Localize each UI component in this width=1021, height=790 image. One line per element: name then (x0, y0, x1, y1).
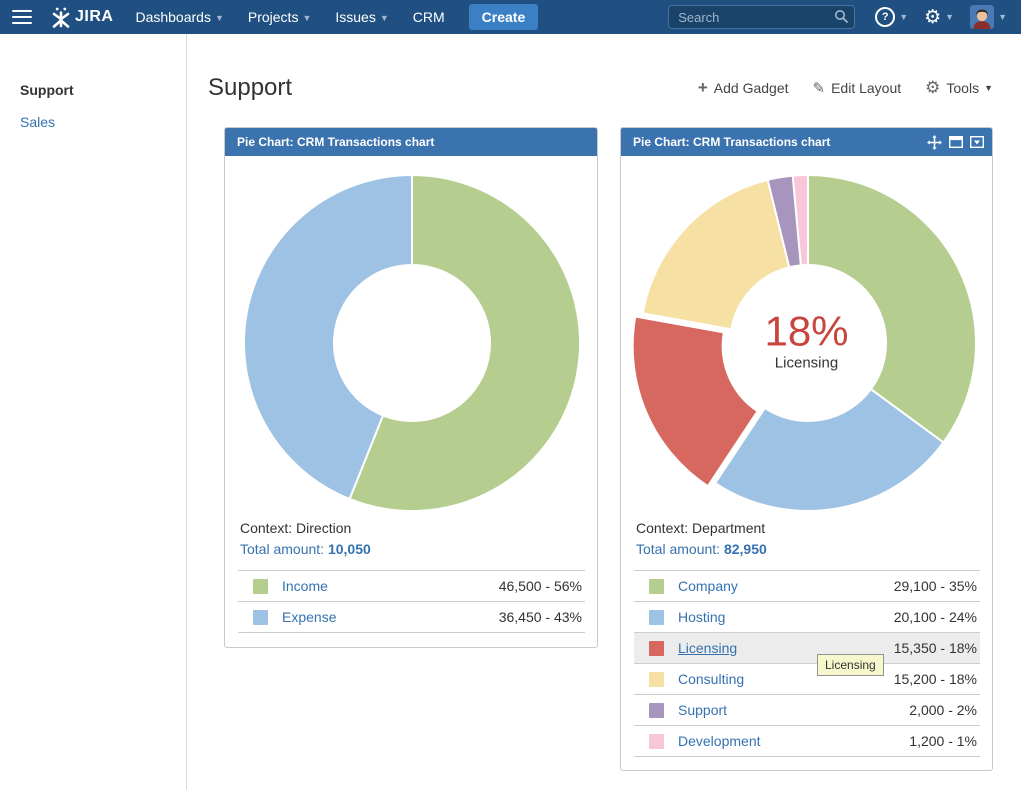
legend-row-consulting[interactable]: Consulting 15,200 - 18% (634, 664, 980, 695)
nav-dashboards[interactable]: Dashboards▼ (135, 9, 223, 25)
gadget-header[interactable]: Pie Chart: CRM Transactions chart (621, 128, 992, 156)
pie-slice-company[interactable] (808, 175, 976, 442)
legend-row-support[interactable]: Support 2,000 - 2% (634, 695, 980, 726)
legend-swatch (649, 672, 664, 687)
donut-chart-department: 18% Licensing (621, 156, 992, 516)
legend-value: 20,100 - 24% (894, 609, 977, 625)
legend-label[interactable]: Consulting (678, 671, 744, 687)
chevron-down-icon: ▼ (215, 13, 224, 23)
top-navbar: JIRA Dashboards▼ Projects▼ Issues▼ CRM C… (0, 0, 1021, 34)
chart-legend: Income 46,500 - 56% Expense 36,450 - 43% (238, 570, 585, 633)
legend-row-hosting[interactable]: Hosting 20,100 - 24% (634, 602, 980, 633)
chart-context: Context: Department (636, 520, 979, 536)
legend-label[interactable]: Licensing (678, 640, 737, 656)
chevron-down-icon: ▼ (380, 13, 389, 23)
legend-value: 15,200 - 18% (894, 671, 977, 687)
legend-row-company[interactable]: Company 29,100 - 35% (634, 571, 980, 602)
sidebar-item-sales[interactable]: Sales (20, 114, 186, 130)
create-button[interactable]: Create (469, 4, 539, 30)
chart-total: Total amount: 10,050 (240, 541, 584, 557)
legend-value: 46,500 - 56% (499, 578, 582, 594)
gear-icon: ⚙ (924, 8, 941, 27)
help-menu[interactable]: ? ▼ (875, 7, 908, 27)
left-sidebar: Support Sales (0, 34, 187, 790)
legend-label[interactable]: Hosting (678, 609, 725, 625)
legend-label[interactable]: Support (678, 702, 727, 718)
donut-chart-direction (225, 156, 597, 516)
search-input[interactable] (668, 5, 855, 29)
help-icon: ? (875, 7, 895, 27)
tooltip: Licensing (817, 654, 884, 676)
chart-legend: Company 29,100 - 35% Hosting 20,100 - 24% Li… (634, 570, 980, 757)
chart-total: Total amount: 82,950 (636, 541, 979, 557)
search-container (668, 5, 855, 29)
move-gadget-icon[interactable] (927, 135, 942, 150)
settings-menu[interactable]: ⚙ ▼ (924, 8, 954, 27)
legend-swatch (253, 579, 268, 594)
chevron-down-icon: ▼ (302, 13, 311, 23)
gadget-header[interactable]: Pie Chart: CRM Transactions chart (225, 128, 597, 156)
dashboard-main: Support + Add Gadget ✎ Edit Layout ⚙ Too… (188, 34, 1021, 790)
legend-label[interactable]: Income (282, 578, 328, 594)
legend-row-licensing[interactable]: Licensing 15,350 - 18% (634, 633, 980, 664)
brand-name: JIRA (75, 8, 113, 26)
maximize-gadget-icon[interactable] (949, 136, 963, 148)
gadget-title: Pie Chart: CRM Transactions chart (237, 135, 434, 149)
charlie-icon (50, 6, 72, 28)
add-gadget-button[interactable]: + Add Gadget (698, 80, 789, 96)
legend-swatch (649, 610, 664, 625)
legend-row-income[interactable]: Income 46,500 - 56% (238, 571, 585, 602)
legend-swatch (649, 703, 664, 718)
gadget-pie-chart-direction: Pie Chart: CRM Transactions chart Contex… (224, 127, 598, 648)
nav-projects[interactable]: Projects▼ (248, 9, 312, 25)
legend-swatch (253, 610, 268, 625)
legend-swatch (649, 734, 664, 749)
chevron-down-icon: ▼ (984, 83, 993, 93)
edit-layout-button[interactable]: ✎ Edit Layout (813, 79, 902, 97)
legend-label[interactable]: Expense (282, 609, 336, 625)
gear-icon: ⚙ (925, 78, 940, 98)
jira-logo[interactable]: JIRA (50, 6, 113, 28)
legend-swatch (649, 641, 664, 656)
pencil-icon: ✎ (813, 79, 826, 97)
tools-dropdown-button[interactable]: ⚙ Tools ▼ (925, 78, 993, 98)
page-title: Support (208, 74, 292, 102)
legend-value: 36,450 - 43% (499, 609, 582, 625)
search-icon[interactable] (834, 9, 848, 23)
chevron-down-icon: ▼ (998, 12, 1007, 22)
legend-value: 15,350 - 18% (894, 640, 977, 656)
legend-row-development[interactable]: Development 1,200 - 1% (634, 726, 980, 757)
chart-context: Context: Direction (240, 520, 584, 536)
legend-value: 29,100 - 35% (894, 578, 977, 594)
user-menu[interactable]: ▼ (970, 5, 1007, 29)
gadget-pie-chart-department: Pie Chart: CRM Transactions chart (620, 127, 993, 771)
menu-icon[interactable] (12, 10, 32, 24)
chevron-down-icon: ▼ (945, 12, 954, 22)
gadget-title: Pie Chart: CRM Transactions chart (633, 135, 830, 149)
legend-row-expense[interactable]: Expense 36,450 - 43% (238, 602, 585, 633)
nav-issues[interactable]: Issues▼ (335, 9, 388, 25)
legend-value: 2,000 - 2% (909, 702, 977, 718)
chevron-down-icon: ▼ (899, 12, 908, 22)
legend-label[interactable]: Development (678, 733, 761, 749)
legend-swatch (649, 579, 664, 594)
avatar (970, 5, 994, 29)
plus-icon: + (698, 81, 708, 95)
pie-slice-consulting[interactable] (643, 180, 790, 329)
nav-crm[interactable]: CRM (413, 9, 445, 25)
gadget-menu-icon[interactable] (970, 136, 984, 148)
legend-label[interactable]: Company (678, 578, 738, 594)
sidebar-item-support[interactable]: Support (20, 82, 186, 98)
legend-value: 1,200 - 1% (909, 733, 977, 749)
